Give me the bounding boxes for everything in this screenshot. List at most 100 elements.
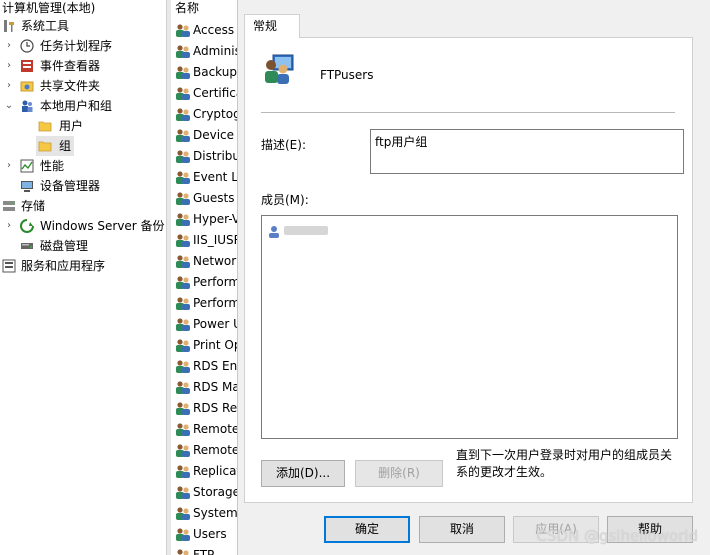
group-icon (175, 380, 191, 395)
chevron-right-icon[interactable]: › (4, 56, 14, 76)
tree-item-users[interactable]: 用户 (0, 116, 166, 136)
folder-icon (38, 141, 52, 152)
tree-item-task-scheduler[interactable]: › 任务计划程序 (0, 36, 166, 56)
tree-item-services-applications[interactable]: 服务和应用程序 (0, 256, 166, 276)
member-item[interactable] (267, 223, 347, 239)
separator (261, 112, 675, 113)
group-icon (175, 65, 191, 80)
tree-item-performance[interactable]: › 性能 (0, 156, 166, 176)
list-item-label: System (193, 506, 237, 520)
list-item-label: RDS Ma (193, 380, 237, 394)
list-item-label: Hyper-V (193, 212, 237, 226)
tree-item-local-users-groups[interactable]: ⌄ 本地用户和组 (0, 96, 166, 116)
list-item-label: RDS Re (193, 401, 237, 415)
tree-item-event-viewer[interactable]: › 事件查看器 (0, 56, 166, 76)
group-icon (175, 506, 191, 521)
list-item-label: Certifica (193, 86, 237, 100)
list-item-label: Networ (193, 254, 237, 268)
group-icon (175, 86, 191, 101)
description-field[interactable]: ftp用户组 (370, 129, 684, 174)
chevron-down-icon[interactable]: ⌄ (4, 96, 14, 116)
group-icon (175, 422, 191, 437)
device-manager-icon (21, 181, 33, 192)
tree-item-label: 磁盘管理 (40, 239, 89, 253)
tree-item-label: 共享文件夹 (40, 79, 101, 93)
tree-root-label[interactable]: 计算机管理(本地) (2, 0, 95, 16)
group-icon (175, 44, 191, 59)
services-icon (2, 259, 16, 273)
tree-item-label: 任务计划程序 (40, 39, 113, 53)
tree-item-shared-folders[interactable]: › 共享文件夹 (0, 76, 166, 96)
chevron-right-icon[interactable]: › (4, 76, 14, 96)
tree-item-label: 存储 (21, 199, 46, 213)
list-item-label: Users (193, 527, 227, 541)
ok-button[interactable]: 确定 (324, 516, 410, 543)
list-item-label: Storage (193, 485, 237, 499)
group-icon (175, 212, 191, 227)
tree-item-label: Windows Server 备份 (40, 219, 165, 233)
list-item-label: FTP (193, 548, 215, 555)
tree-item-label: 设备管理器 (40, 179, 101, 193)
chevron-right-icon[interactable]: › (4, 36, 14, 56)
tab-general[interactable]: 常规 (244, 14, 300, 38)
list-item-label: Perform (193, 296, 237, 310)
tree-item-label: 组 (59, 139, 72, 153)
group-icon (175, 128, 191, 143)
tree-item-system-tools[interactable]: 系统工具 (0, 16, 166, 36)
cancel-button[interactable]: 取消 (419, 516, 505, 543)
watermark: CSDN @gslhelloworld (536, 527, 698, 545)
group-icon (175, 359, 191, 374)
group-icon (265, 54, 294, 84)
tree-item-storage[interactable]: 存储 (0, 196, 166, 216)
group-icon (175, 149, 191, 164)
group-icon (175, 275, 191, 290)
disk-icon (21, 243, 33, 249)
chevron-right-icon[interactable]: › (4, 156, 14, 176)
list-item-label: Power U (193, 317, 237, 331)
members-label: 成员(M): (261, 193, 309, 207)
group-icon (175, 191, 191, 206)
add-button[interactable]: 添加(D)... (261, 460, 345, 487)
list-item-label: Guests (193, 191, 235, 205)
group-icon (175, 317, 191, 332)
tree-item-label: 性能 (40, 159, 65, 173)
tree-item-disk-management[interactable]: 磁盘管理 (0, 236, 166, 256)
group-icon (175, 107, 191, 122)
group-properties-dialog: 常规 FTPusers 描述(E): ftp用户组 成员(M): 添加(D)..… (237, 0, 710, 555)
membership-note: 直到下一次用户登录时对用户的组成员关系的更改才生效。 (456, 448, 673, 479)
group-icon (175, 23, 191, 38)
tree-item-label: 系统工具 (21, 19, 70, 33)
tree-item-groups[interactable]: 组 (36, 136, 74, 156)
list-item-label: Remote (193, 443, 237, 457)
remove-button[interactable]: 删除(R) (355, 460, 443, 487)
tree-item-device-manager[interactable]: 设备管理器 (0, 176, 166, 196)
list-item-label: Event L (193, 170, 237, 184)
tab-panel-general: FTPusers 描述(E): ftp用户组 成员(M): 添加(D)... 删… (244, 37, 693, 503)
group-icon (175, 485, 191, 500)
system-tools-icon (4, 20, 14, 32)
list-item-label: Backup (193, 65, 237, 79)
shared-folder-icon (20, 81, 34, 92)
group-icon (175, 233, 191, 248)
list-item-label: Access (193, 23, 235, 37)
members-list[interactable] (261, 215, 678, 439)
group-list: 名称 Access Adminis Backup Certifica Cryptog De… (171, 0, 237, 555)
clock-icon (20, 39, 34, 53)
group-icon (175, 464, 191, 479)
group-icon (175, 548, 191, 555)
chevron-right-icon[interactable]: › (4, 216, 14, 236)
performance-icon (20, 159, 34, 173)
list-item-label: RDS En (193, 359, 237, 373)
column-header-name[interactable]: 名称 (175, 0, 199, 16)
list-item-label: Replicat (193, 464, 237, 478)
list-item-label: Device (193, 128, 235, 142)
list-item-label: IIS_IUSR (193, 233, 237, 247)
list-item-label: Remote (193, 422, 237, 436)
tree-item-label: 事件查看器 (40, 59, 101, 73)
group-icon (175, 443, 191, 458)
group-icon (175, 401, 191, 416)
users-icon (22, 100, 33, 112)
group-icon (175, 296, 191, 311)
tree-item-windows-server-backup[interactable]: › Windows Server 备份 (0, 216, 166, 236)
description-label: 描述(E): (261, 138, 306, 152)
